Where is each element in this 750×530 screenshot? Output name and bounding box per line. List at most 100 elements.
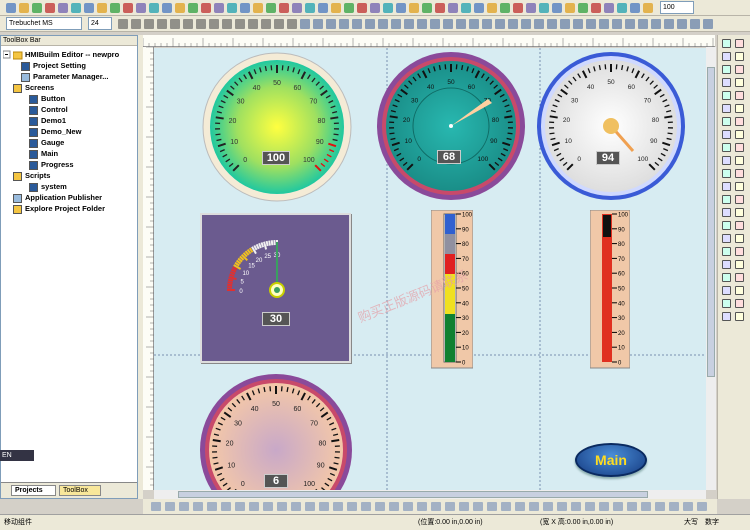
tool-icon[interactable] (735, 260, 744, 269)
tool-icon[interactable] (735, 52, 744, 61)
tool-icon[interactable] (735, 39, 744, 48)
tree-item[interactable]: Scripts (25, 171, 50, 180)
tool-icon[interactable] (735, 169, 744, 178)
tool-icon[interactable] (722, 143, 731, 152)
tool-icon[interactable] (735, 143, 744, 152)
gauge-square[interactable]: 0 5 10152025 30 (200, 213, 351, 363)
gauge-square-value: 30 (262, 312, 290, 326)
tool-icon[interactable] (722, 52, 731, 61)
tool-icon[interactable] (722, 182, 731, 191)
tool-icon[interactable] (735, 104, 744, 113)
tool-icon[interactable] (722, 221, 731, 230)
tool-icon[interactable] (735, 65, 744, 74)
gauge-tick (227, 283, 233, 287)
tool-icon[interactable] (722, 104, 731, 113)
tree-root[interactable]: HMIBuilm Editor -- newpro (25, 50, 119, 59)
tree-item[interactable]: Parameter Manager... (33, 72, 108, 81)
page-icon (29, 128, 38, 137)
lang-indicator[interactable]: EN (0, 450, 34, 461)
toolbar-button-icon (508, 19, 518, 29)
tool-icon[interactable] (722, 91, 731, 100)
toolbar-button-icon (209, 19, 219, 29)
tool-icon[interactable] (735, 221, 744, 230)
tree-item[interactable]: Progress (41, 160, 74, 169)
tool-icon[interactable] (722, 195, 731, 204)
tree-item[interactable]: Gauge (41, 138, 64, 147)
tab-projects[interactable]: Projects (11, 485, 56, 496)
gauge-tick (227, 281, 233, 284)
tree-item[interactable]: Demo1 (41, 116, 66, 125)
tool-icon[interactable] (735, 78, 744, 87)
tool-icon[interactable] (735, 130, 744, 139)
tool-icon[interactable] (722, 312, 731, 321)
tool-icon[interactable] (735, 286, 744, 295)
tool-icon[interactable] (735, 91, 744, 100)
tree-item[interactable]: Main (41, 149, 58, 158)
gauge-tick (598, 64, 601, 71)
gauge-tick (253, 244, 258, 251)
toolbar-button-icon (149, 3, 159, 13)
tool-icon[interactable] (722, 208, 731, 217)
tool-icon[interactable] (735, 117, 744, 126)
tool-icon[interactable] (735, 299, 744, 308)
tool-icon[interactable] (735, 247, 744, 256)
vertical-scrollbar[interactable] (706, 47, 716, 490)
tool-icon[interactable] (722, 169, 731, 178)
tree-item[interactable]: system (41, 182, 67, 191)
gauge-tick-label: 100 (637, 156, 648, 163)
tool-icon[interactable] (735, 182, 744, 191)
level-bar-red[interactable]: 0102030405060708090100 (590, 210, 630, 370)
gauge-tick (228, 276, 237, 281)
tree-item[interactable]: Demo_New (41, 127, 81, 136)
gauge-tick (265, 240, 269, 247)
main-button[interactable]: Main (575, 443, 647, 477)
tool-icon[interactable] (722, 78, 731, 87)
design-canvas[interactable]: 0 10 20 30 40 50 60 70 80 90 100 100 0 10 20 30 40 50 60… (154, 48, 706, 490)
gauge-tick (215, 133, 221, 136)
gauge-blue[interactable]: 0 10 20 30 40 50 60 70 80 90 100 (536, 51, 686, 201)
tree-item[interactable]: Control (41, 105, 68, 114)
tree-item[interactable]: Button (41, 94, 65, 103)
tool-icon[interactable] (735, 156, 744, 165)
horizontal-scrollbar[interactable] (154, 490, 706, 499)
tool-icon[interactable] (722, 299, 731, 308)
align-button-icon (277, 502, 287, 511)
tool-icon[interactable] (722, 234, 731, 243)
tool-icon[interactable] (735, 208, 744, 217)
tool-icon[interactable] (735, 312, 744, 321)
tool-icon[interactable] (722, 156, 731, 165)
tool-icon[interactable] (722, 286, 731, 295)
tree-item[interactable]: Project Setting (33, 61, 86, 70)
align-button-icon (515, 502, 525, 511)
bar-tick-label: 40 (462, 301, 469, 307)
toolbar-button-icon (274, 19, 284, 29)
tree-item[interactable]: Screens (25, 83, 54, 92)
tree-item[interactable]: Application Publisher (25, 193, 102, 202)
gauge-green[interactable]: 0 10 20 30 40 50 60 70 80 90 100 (201, 51, 353, 203)
tab-toolbox[interactable]: ToolBox (59, 485, 101, 496)
tool-icon[interactable] (722, 130, 731, 139)
gauge-tick-label: 0 (577, 156, 581, 163)
tool-icon[interactable] (722, 247, 731, 256)
tool-icon[interactable] (735, 195, 744, 204)
tool-icon[interactable] (735, 234, 744, 243)
toolbar-button-icon (461, 3, 471, 13)
tool-icon[interactable] (722, 65, 731, 74)
format-toolbar: Trebuchet MS 24 (0, 16, 750, 32)
zoom-select[interactable]: 100 (660, 1, 694, 14)
tool-icon[interactable] (735, 273, 744, 282)
tool-icon[interactable] (722, 273, 731, 282)
toolbar-button-icon (521, 19, 531, 29)
tool-icon[interactable] (722, 117, 731, 126)
toolbar-button-icon (599, 19, 609, 29)
align-button-icon (557, 502, 567, 511)
gauge-tick-label: 70 (310, 420, 318, 427)
toolbar-button-icon (118, 19, 128, 29)
tree-item[interactable]: Explore Project Folder (25, 204, 105, 213)
gauge-tick-label: 10 (230, 139, 238, 146)
tool-icon[interactable] (722, 260, 731, 269)
tool-icon[interactable] (722, 39, 731, 48)
align-button-icon (249, 502, 259, 511)
gauge-peach[interactable]: 0 10 20 30 40 50 60 70 80 90 100 (199, 373, 354, 490)
gauge-teal[interactable]: 0102030405060708090100 (376, 51, 526, 201)
